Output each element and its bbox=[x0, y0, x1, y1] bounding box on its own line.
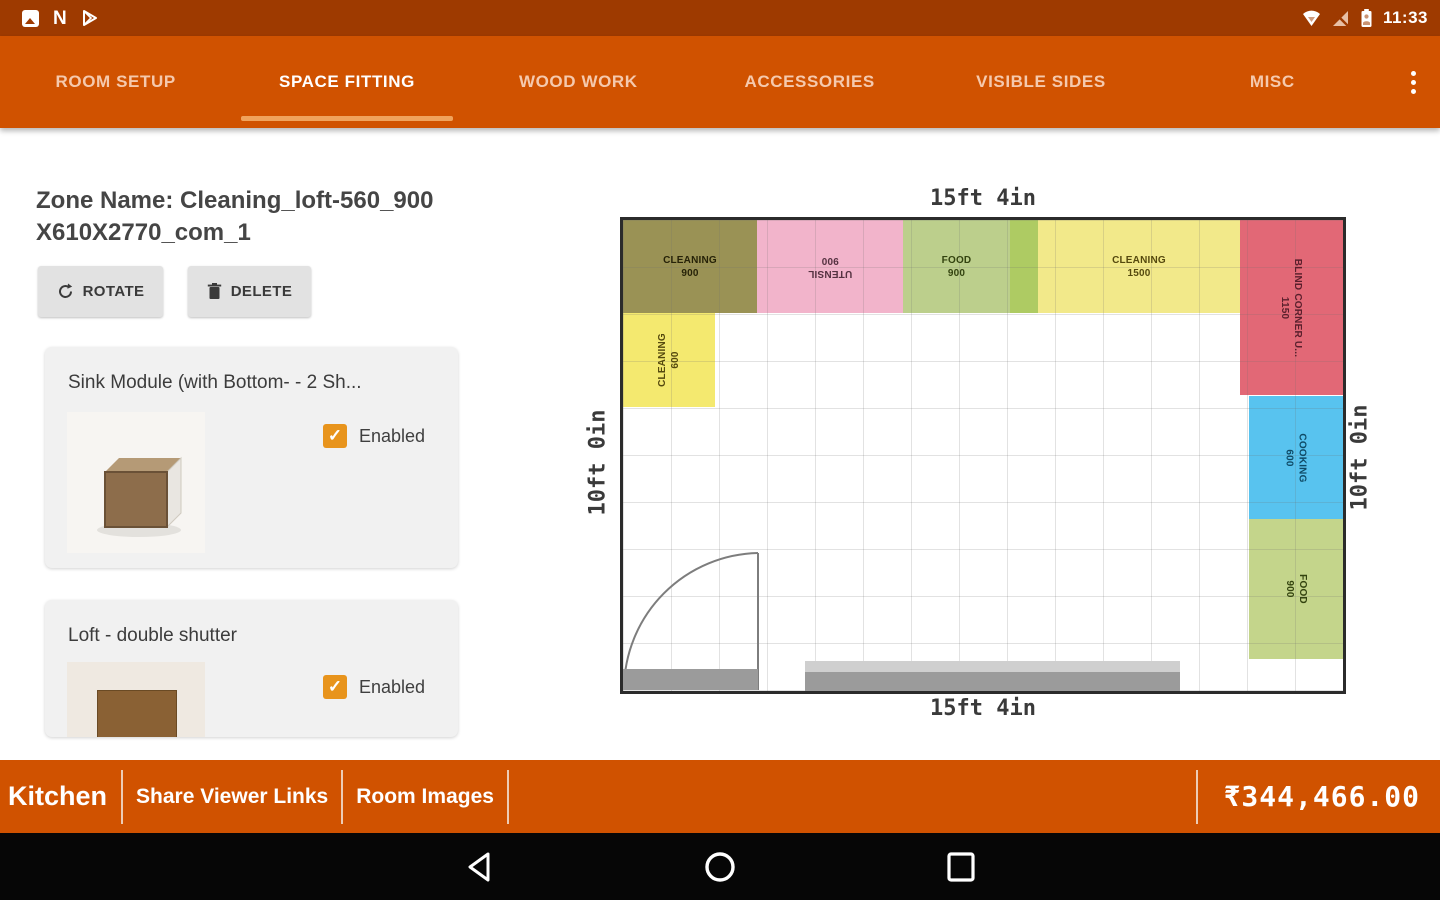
wifi-icon bbox=[1302, 10, 1320, 26]
plan-height-label-right: 10ft 0in bbox=[1347, 404, 1373, 511]
enabled-label: Enabled bbox=[359, 676, 426, 697]
rotate-icon bbox=[58, 283, 72, 298]
zone-cleaning-900-top[interactable]: CLEANING 900 bbox=[623, 220, 757, 313]
home-button[interactable] bbox=[703, 850, 737, 884]
divider bbox=[506, 769, 509, 824]
share-viewer-links-button[interactable]: Share Viewer Links bbox=[123, 785, 341, 809]
zone-name-line2: X610X2770_com_1 bbox=[36, 219, 251, 246]
system-status-icons: 11:33 bbox=[1302, 8, 1440, 28]
tab-visible-sides[interactable]: VISIBLE SIDES bbox=[925, 36, 1156, 128]
module-title: Sink Module (with Bottom- - 2 Sh... bbox=[68, 372, 362, 393]
plan-width-label-top: 15ft 4in bbox=[930, 186, 1036, 211]
kebab-icon bbox=[1411, 70, 1417, 94]
battery-icon bbox=[1361, 9, 1372, 27]
back-button[interactable] bbox=[464, 851, 494, 883]
module-thumbnail bbox=[67, 662, 205, 737]
zone-blind-corner-1150[interactable]: BLIND CORNER U... 1150 bbox=[1240, 220, 1343, 395]
overflow-menu-button[interactable] bbox=[1388, 36, 1440, 128]
enabled-checkbox[interactable]: ✓ bbox=[323, 424, 347, 448]
tab-misc[interactable]: MISC bbox=[1157, 36, 1388, 128]
play-icon bbox=[82, 10, 97, 26]
module-title: Loft - double shutter bbox=[68, 625, 237, 646]
active-tab-underline bbox=[241, 116, 453, 121]
tab-accessories[interactable]: ACCESSORIES bbox=[694, 36, 925, 128]
zone-name-heading: Zone Name: Cleaning_loft-560_900 X610X27… bbox=[36, 185, 506, 249]
notification-icons: N bbox=[0, 9, 99, 28]
zone-food-900-right[interactable]: FOOD 900 bbox=[1249, 519, 1343, 659]
room-images-button[interactable]: Room Images bbox=[343, 785, 507, 809]
enabled-label: Enabled bbox=[359, 425, 426, 446]
room-name-button[interactable]: Kitchen bbox=[0, 781, 121, 812]
module-thumbnail bbox=[67, 412, 205, 553]
divider bbox=[1195, 769, 1198, 824]
tab-room-setup[interactable]: ROOM SETUP bbox=[0, 36, 231, 128]
delete-button[interactable]: DELETE bbox=[188, 266, 311, 317]
bottom-bar: Kitchen Share Viewer Links Room Images ₹… bbox=[0, 760, 1440, 833]
app-screen: N 11:33 ROOM SETUP SPACE FITTING WOOD WO… bbox=[0, 0, 1440, 900]
tab-wood-work[interactable]: WOOD WORK bbox=[463, 36, 694, 128]
no-signal-icon bbox=[1332, 10, 1349, 27]
module-card-sink[interactable]: Sink Module (with Bottom- - 2 Sh... ✓ En… bbox=[45, 347, 458, 568]
divider bbox=[341, 769, 344, 824]
rotate-button[interactable]: ROTATE bbox=[38, 266, 163, 317]
plan-width-label-bottom: 15ft 4in bbox=[930, 696, 1036, 721]
trash-icon bbox=[207, 283, 221, 299]
zone-name-line1: Zone Name: Cleaning_loft-560_900 bbox=[36, 187, 434, 214]
clock: 11:33 bbox=[1382, 8, 1428, 27]
plan-height-label-left: 10ft 0in bbox=[585, 409, 611, 516]
floor-plan[interactable]: CLEANING 900 UTENSIL 900 FOOD 900 CLEANING 1… bbox=[620, 217, 1346, 694]
n-icon: N bbox=[53, 7, 67, 29]
zone-unlabeled-strip[interactable] bbox=[1010, 220, 1038, 313]
zone-cooking-600[interactable]: COOKING 600 bbox=[1249, 396, 1343, 519]
module-card-loft[interactable]: Loft - double shutter ✓ Enabled bbox=[45, 600, 458, 737]
gallery-icon bbox=[22, 9, 39, 27]
tab-space-fitting[interactable]: SPACE FITTING bbox=[231, 36, 462, 128]
divider bbox=[121, 769, 124, 824]
status-bar: N 11:33 bbox=[0, 0, 1440, 36]
tab-bar: ROOM SETUP SPACE FITTING WOOD WORK ACCES… bbox=[0, 36, 1440, 128]
zone-utensil-900[interactable]: UTENSIL 900 bbox=[757, 220, 903, 313]
android-nav-bar bbox=[0, 833, 1440, 900]
enabled-checkbox[interactable]: ✓ bbox=[323, 675, 347, 699]
recents-button[interactable] bbox=[945, 851, 977, 883]
zone-cleaning-1500[interactable]: CLEANING 1500 bbox=[1038, 220, 1240, 313]
zone-cleaning-600[interactable]: CLEANING 600 bbox=[623, 313, 715, 407]
total-price: ₹344,466.00 bbox=[1223, 780, 1420, 813]
zone-food-900-top[interactable]: FOOD 900 bbox=[903, 220, 1010, 313]
